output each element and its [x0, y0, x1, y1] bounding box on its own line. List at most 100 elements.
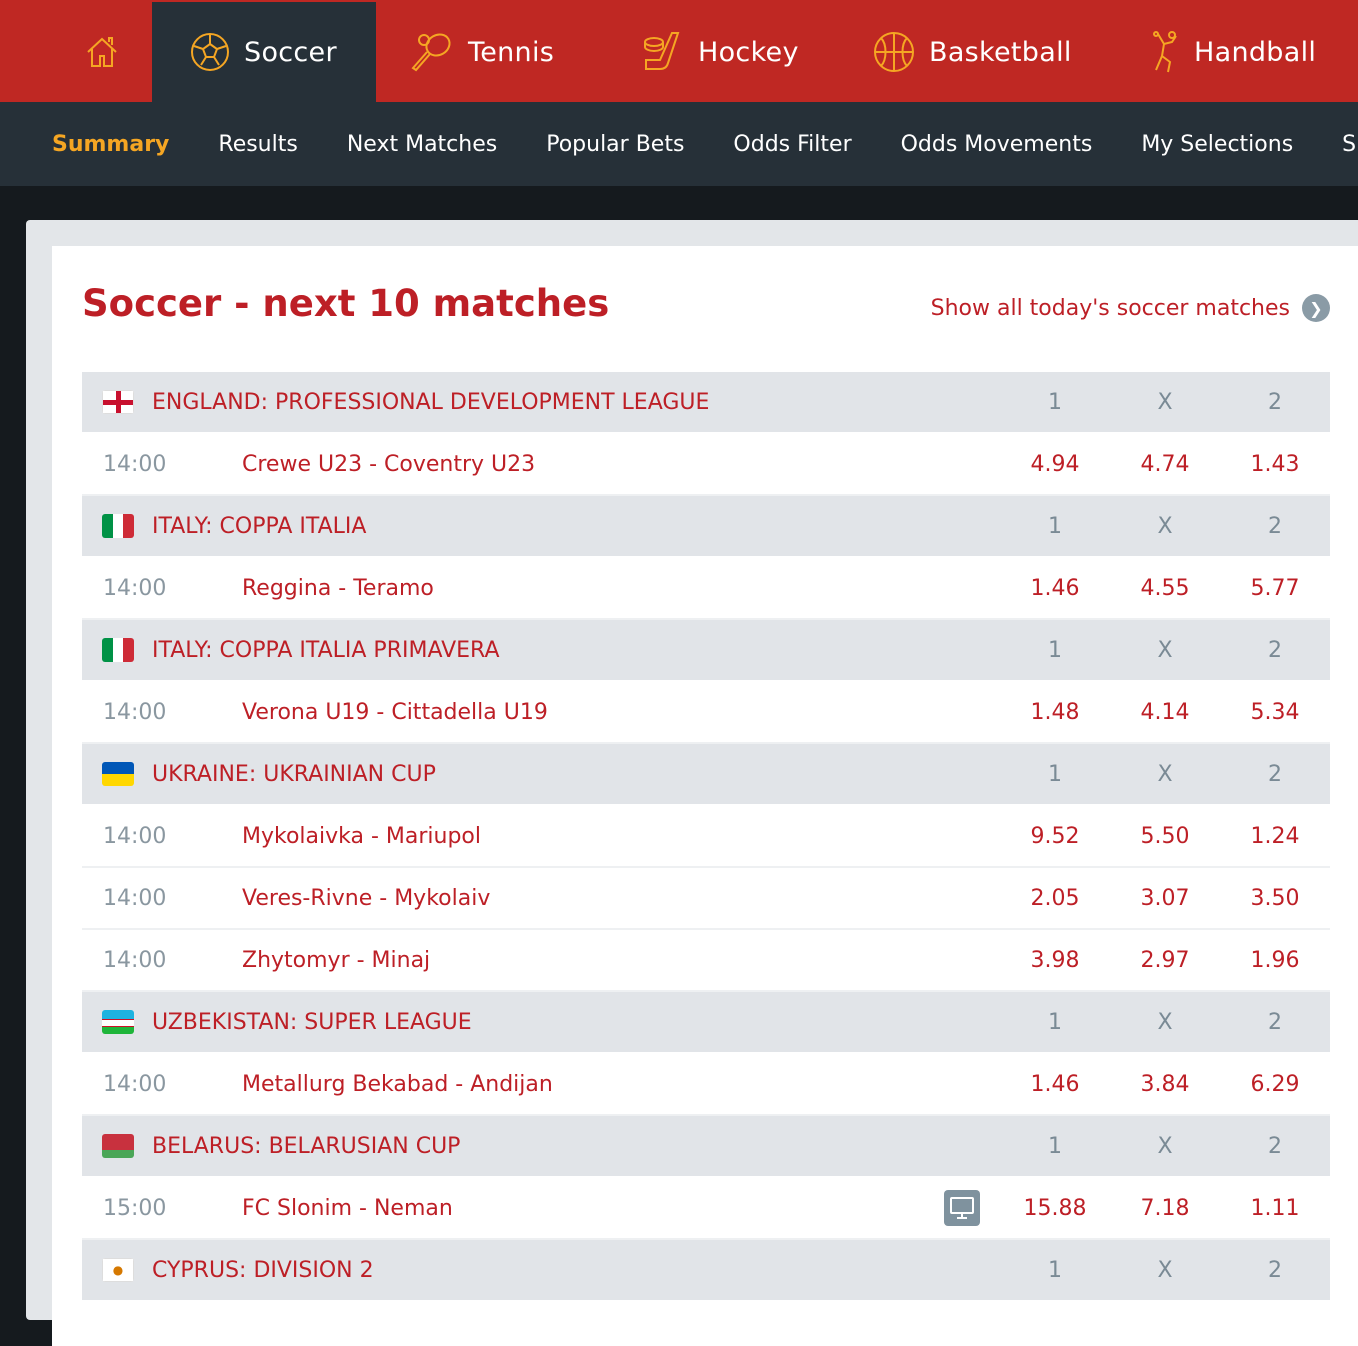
- league-header: Uzbekistan: Super League 1 X 2: [82, 992, 1330, 1054]
- match-teams-link[interactable]: FC Slonim - Neman: [242, 1196, 453, 1221]
- odds-draw[interactable]: 2.97: [1125, 948, 1205, 973]
- match-row[interactable]: 14:00 Zhytomyr - Minaj 3.98 2.97 1.96: [82, 930, 1330, 992]
- odds-away[interactable]: 1.11: [1235, 1196, 1315, 1221]
- odds-header-1: 1: [1048, 1009, 1062, 1035]
- match-time: 14:00: [103, 699, 167, 725]
- odds-home[interactable]: 9.52: [1015, 824, 1095, 849]
- odds-draw[interactable]: 7.18: [1125, 1196, 1205, 1221]
- section-tab-odds-movements[interactable]: Odds Movements: [901, 132, 1093, 157]
- odds-away[interactable]: 6.29: [1235, 1072, 1315, 1097]
- odds-header-1: 1: [1048, 761, 1062, 787]
- sport-tab-label: Basketball: [929, 36, 1072, 68]
- odds-header-x: X: [1157, 637, 1173, 663]
- odds-home[interactable]: 3.98: [1015, 948, 1095, 973]
- odds-header-2: 2: [1268, 637, 1282, 663]
- league-header: ● Cyprus: Division 2 1 X 2: [82, 1240, 1330, 1302]
- odds-header-x: X: [1157, 1133, 1173, 1159]
- league-header: England: Professional Development League…: [82, 372, 1330, 434]
- odds-home[interactable]: 1.46: [1015, 576, 1095, 601]
- sport-tab-label: Handball: [1194, 36, 1317, 68]
- odds-away[interactable]: 3.50: [1235, 886, 1315, 911]
- odds-away[interactable]: 1.96: [1235, 948, 1315, 973]
- league-link[interactable]: Italy: Coppa Italia Primavera: [152, 638, 500, 663]
- odds-draw[interactable]: 4.55: [1125, 576, 1205, 601]
- tv-icon[interactable]: [944, 1190, 980, 1226]
- match-time: 14:00: [103, 1071, 167, 1097]
- match-row[interactable]: 15:00 FC Slonim - Neman 15.88 7.18 1.11: [82, 1178, 1330, 1240]
- match-teams-link[interactable]: Veres-Rivne - Mykolaiv: [242, 886, 490, 911]
- odds-away[interactable]: 1.24: [1235, 824, 1315, 849]
- match-row[interactable]: 14:00 Veres-Rivne - Mykolaiv 2.05 3.07 3…: [82, 868, 1330, 930]
- match-row[interactable]: 14:00 Crewe U23 - Coventry U23 4.94 4.74…: [82, 434, 1330, 496]
- odds-header-2: 2: [1268, 761, 1282, 787]
- page-title: Soccer - next 10 matches: [82, 282, 610, 325]
- league-link[interactable]: Belarus: Belarusian Cup: [152, 1134, 460, 1159]
- odds-home[interactable]: 2.05: [1015, 886, 1095, 911]
- match-time: 14:00: [103, 823, 167, 849]
- soccer-ball-icon: [190, 32, 244, 72]
- hockey-stick-icon: [640, 30, 698, 74]
- sport-tab-home[interactable]: [80, 2, 134, 102]
- odds-home[interactable]: 4.94: [1015, 452, 1095, 477]
- league-link[interactable]: Ukraine: Ukrainian Cup: [152, 762, 436, 787]
- section-tab-results[interactable]: Results: [218, 132, 297, 157]
- odds-draw[interactable]: 3.07: [1125, 886, 1205, 911]
- section-tab-summary[interactable]: Summary: [52, 132, 169, 157]
- league-link[interactable]: Uzbekistan: Super League: [152, 1010, 472, 1035]
- odds-away[interactable]: 1.43: [1235, 452, 1315, 477]
- sport-tab-label: Soccer: [244, 36, 337, 68]
- odds-away[interactable]: 5.77: [1235, 576, 1315, 601]
- sport-tab-tennis[interactable]: Tennis: [410, 2, 554, 102]
- odds-home[interactable]: 1.48: [1015, 700, 1095, 725]
- odds-home[interactable]: 15.88: [1015, 1196, 1095, 1221]
- match-teams-link[interactable]: Metallurg Bekabad - Andijan: [242, 1072, 553, 1097]
- odds-draw[interactable]: 5.50: [1125, 824, 1205, 849]
- section-tab-s[interactable]: S: [1342, 132, 1356, 157]
- league-link[interactable]: Cyprus: Division 2: [152, 1258, 374, 1283]
- show-all-matches-link[interactable]: Show all today's soccer matches ❯: [931, 294, 1330, 322]
- odds-draw[interactable]: 4.74: [1125, 452, 1205, 477]
- sport-tab-hockey[interactable]: Hockey: [640, 2, 799, 102]
- match-row[interactable]: 14:00 Mykolaivka - Mariupol 9.52 5.50 1.…: [82, 806, 1330, 868]
- match-teams-link[interactable]: Verona U19 - Cittadella U19: [242, 700, 548, 725]
- league-link[interactable]: Italy: Coppa Italia: [152, 514, 366, 539]
- chevron-right-icon: ❯: [1302, 294, 1330, 322]
- sport-tab-handball[interactable]: Handball: [1150, 2, 1316, 102]
- odds-header-1: 1: [1048, 1133, 1062, 1159]
- basketball-icon: [873, 31, 929, 73]
- odds-away[interactable]: 5.34: [1235, 700, 1315, 725]
- match-time: 14:00: [103, 451, 167, 477]
- home-icon: [84, 34, 134, 70]
- flag-belarus-icon: [102, 1134, 134, 1158]
- odds-draw[interactable]: 4.14: [1125, 700, 1205, 725]
- odds-header-x: X: [1157, 389, 1173, 415]
- section-tab-popular-bets[interactable]: Popular Bets: [546, 132, 684, 157]
- match-teams-link[interactable]: Reggina - Teramo: [242, 576, 434, 601]
- odds-header-x: X: [1157, 1009, 1173, 1035]
- odds-header-x: X: [1157, 761, 1173, 787]
- odds-draw[interactable]: 3.84: [1125, 1072, 1205, 1097]
- handball-player-icon: [1150, 30, 1194, 74]
- odds-header-1: 1: [1048, 389, 1062, 415]
- section-nav: Summary Results Next Matches Popular Bets Od…: [0, 102, 1358, 186]
- match-time: 14:00: [103, 885, 167, 911]
- odds-header-1: 1: [1048, 637, 1062, 663]
- odds-header-2: 2: [1268, 513, 1282, 539]
- match-row[interactable]: 14:00 Reggina - Teramo 1.46 4.55 5.77: [82, 558, 1330, 620]
- section-tab-my-selections[interactable]: My Selections: [1141, 132, 1293, 157]
- section-tab-next-matches[interactable]: Next Matches: [347, 132, 497, 157]
- sport-tab-label: Tennis: [468, 36, 555, 68]
- match-row[interactable]: 14:00 Metallurg Bekabad - Andijan 1.46 3…: [82, 1054, 1330, 1116]
- odds-header-2: 2: [1268, 1257, 1282, 1283]
- section-tab-odds-filter[interactable]: Odds Filter: [733, 132, 851, 157]
- match-teams-link[interactable]: Zhytomyr - Minaj: [242, 948, 430, 973]
- sport-tab-label: Hockey: [698, 36, 799, 68]
- league-link[interactable]: England: Professional Development League: [152, 390, 709, 415]
- sport-tab-basketball[interactable]: Basketball: [873, 2, 1072, 102]
- match-time: 14:00: [103, 947, 167, 973]
- match-teams-link[interactable]: Crewe U23 - Coventry U23: [242, 452, 535, 477]
- match-teams-link[interactable]: Mykolaivka - Mariupol: [242, 824, 481, 849]
- odds-home[interactable]: 1.46: [1015, 1072, 1095, 1097]
- sport-tab-soccer[interactable]: Soccer: [152, 2, 376, 102]
- match-row[interactable]: 14:00 Verona U19 - Cittadella U19 1.48 4…: [82, 682, 1330, 744]
